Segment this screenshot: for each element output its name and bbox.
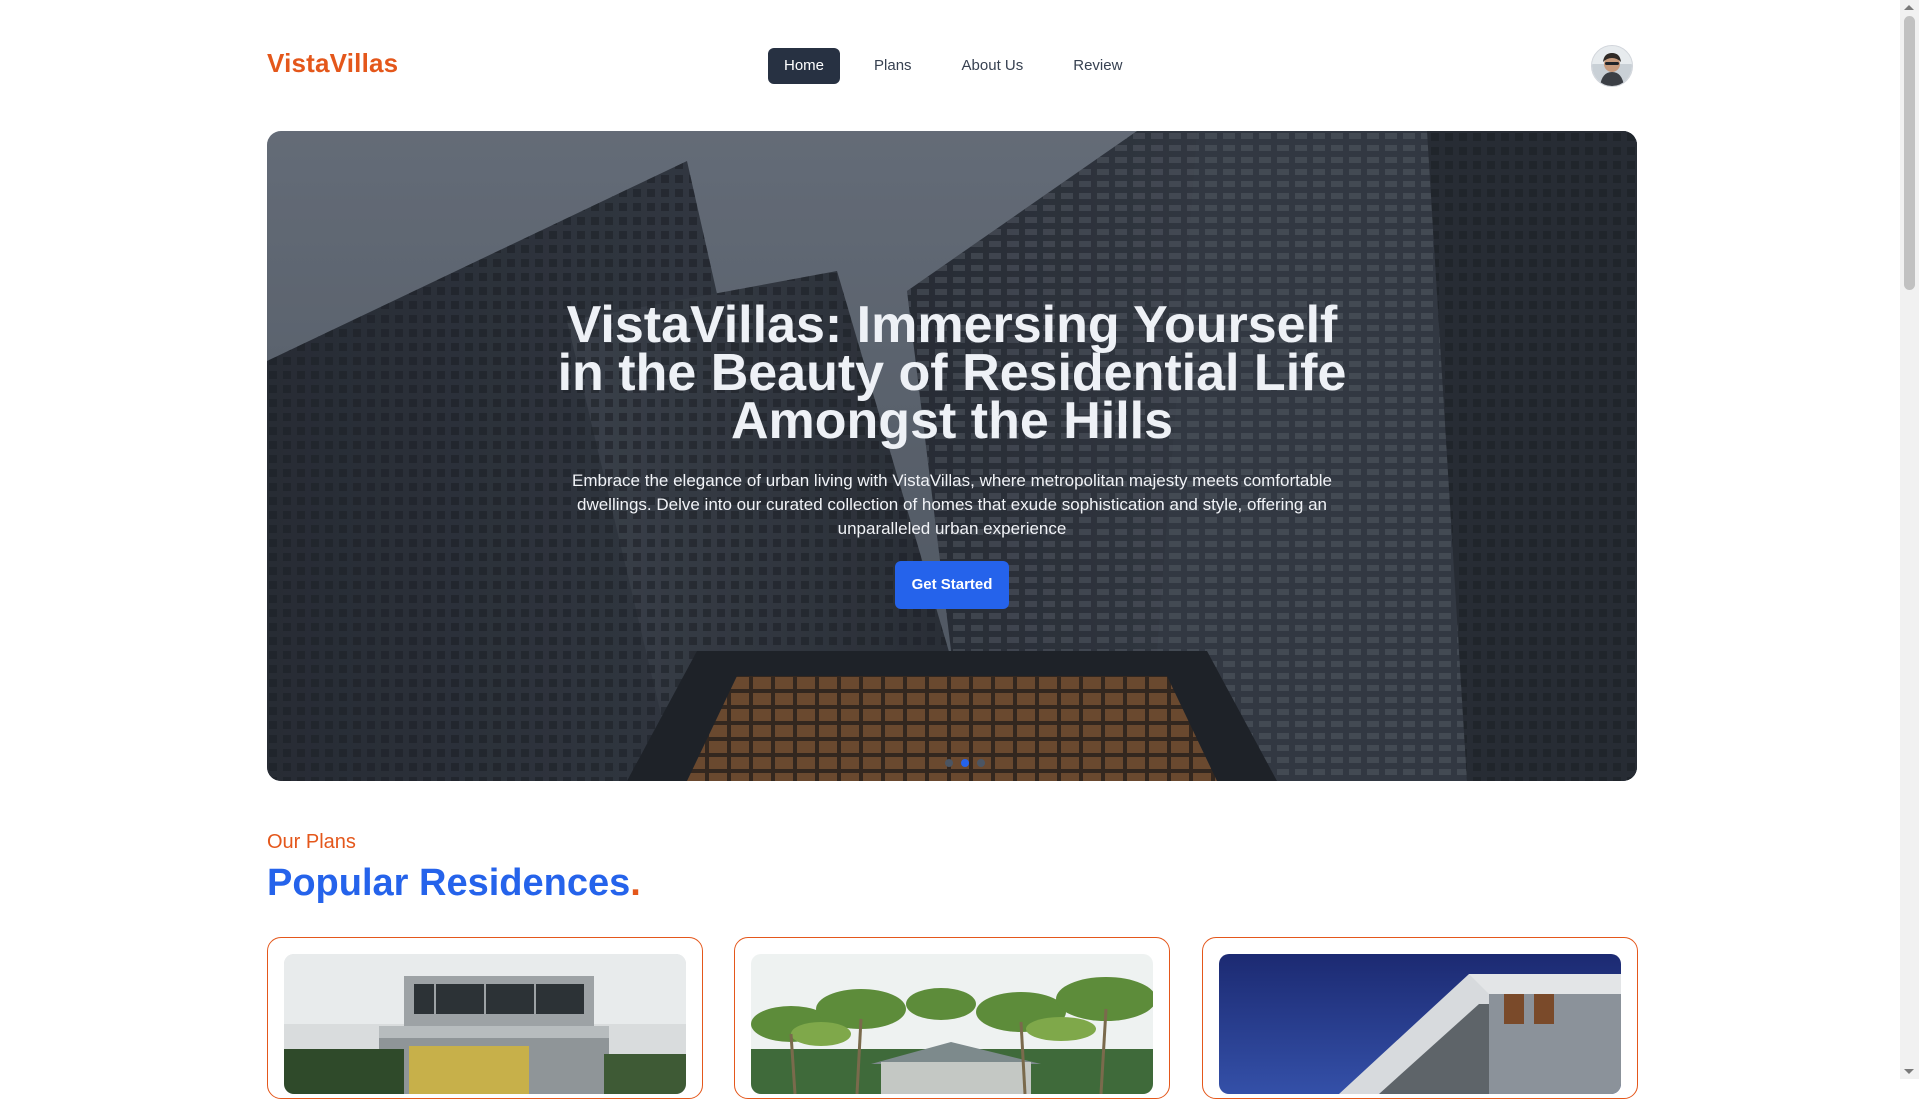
carousel-indicators (945, 759, 985, 767)
section-eyebrow: Our Plans (267, 831, 356, 853)
scrollbar-thumb[interactable] (1904, 16, 1915, 290)
residence-card[interactable] (734, 937, 1170, 1099)
hero-title: VistaVillas: Immersing Yourself in the B… (557, 296, 1347, 450)
residence-card[interactable] (1202, 937, 1638, 1099)
hero-description: Embrace the elegance of urban living wit… (571, 471, 1333, 538)
section-title-text: Popular Residences (267, 862, 631, 904)
main-nav: Home Plans About Us Review (768, 48, 1138, 84)
hero-content: VistaVillas: Immersing Yourself in the B… (267, 131, 1637, 781)
get-started-button[interactable]: Get Started (895, 561, 1009, 609)
residence-image (284, 954, 686, 1094)
nav-item-about-us[interactable]: About Us (946, 48, 1040, 84)
nav-item-review[interactable]: Review (1057, 48, 1138, 84)
brand-logo[interactable]: VistaVillas (267, 48, 398, 79)
scroll-down-arrow-icon[interactable] (1904, 1069, 1914, 1074)
residence-image (1219, 954, 1621, 1094)
carousel-dot[interactable] (977, 759, 985, 767)
hero-banner: VistaVillas: Immersing Yourself in the B… (267, 131, 1637, 781)
residence-image (751, 954, 1153, 1094)
user-avatar-icon[interactable] (1591, 45, 1633, 87)
carousel-dot-active[interactable] (961, 759, 969, 767)
section-title: Popular Residences. (267, 862, 641, 905)
scroll-up-arrow-icon[interactable] (1904, 5, 1914, 10)
page: VistaVillas Home Plans About Us Review V… (0, 0, 1900, 1099)
residence-card[interactable] (267, 937, 703, 1099)
nav-item-home[interactable]: Home (768, 48, 841, 84)
vertical-scrollbar[interactable] (1900, 0, 1919, 1079)
nav-item-plans[interactable]: Plans (858, 48, 928, 84)
section-title-period: . (630, 862, 641, 904)
carousel-dot[interactable] (945, 759, 953, 767)
